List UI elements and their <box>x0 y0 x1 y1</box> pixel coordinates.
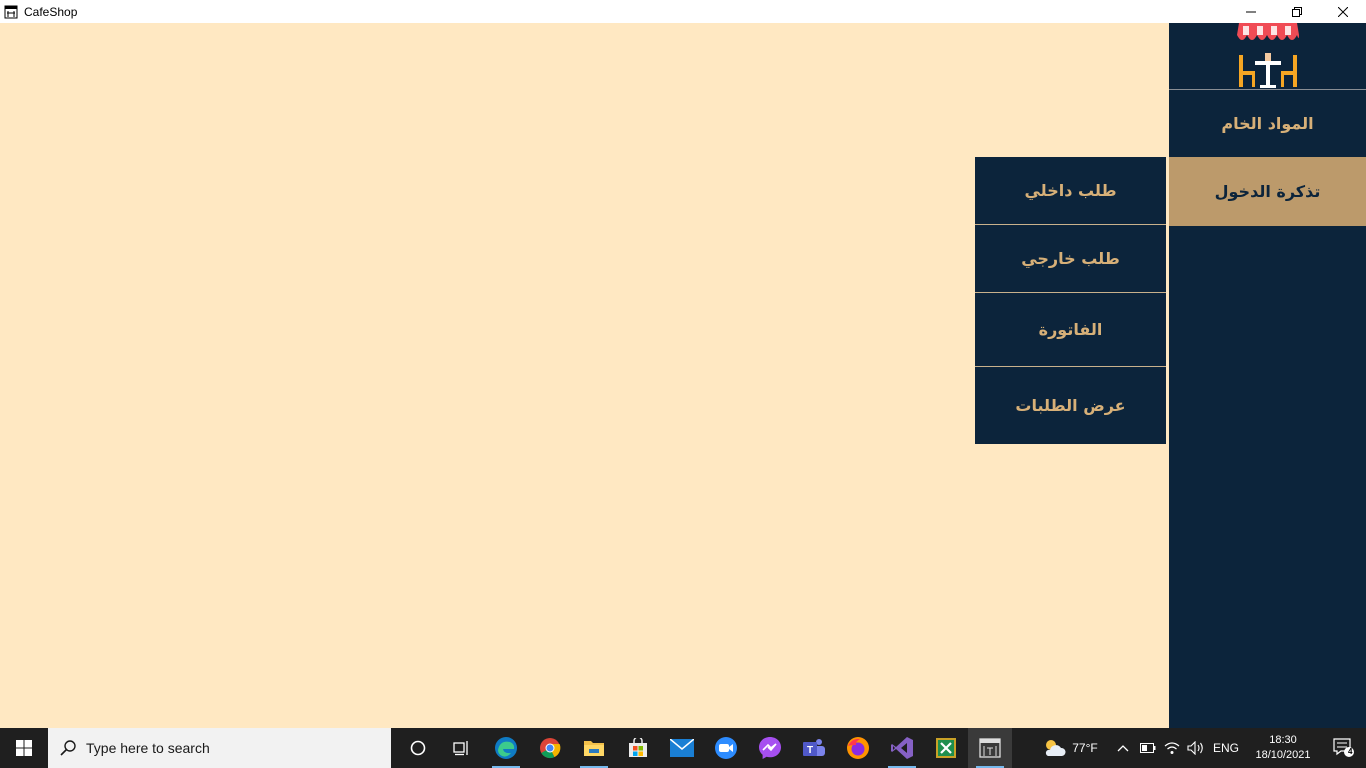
submenu-item-invoice[interactable]: الفاتورة <box>975 293 1166 367</box>
start-button[interactable] <box>0 728 48 768</box>
sidebar-item-label: المواد الخام <box>1221 114 1314 133</box>
task-view-button[interactable] <box>440 728 484 768</box>
taskbar-mail[interactable] <box>660 728 704 768</box>
windows-logo-icon <box>16 740 32 756</box>
minimize-icon <box>1246 11 1256 12</box>
network-status[interactable] <box>1160 728 1184 768</box>
taskbar-firefox[interactable] <box>836 728 880 768</box>
weather-temperature: 77°F <box>1072 741 1098 755</box>
weather-widget[interactable]: 77°F <box>1030 728 1110 768</box>
taskbar-messenger[interactable] <box>748 728 792 768</box>
teams-icon: T <box>803 739 825 756</box>
messenger-icon <box>759 737 781 759</box>
system-tray: 77°F ENG 18:30 18/10/2021 4 <box>1030 728 1366 768</box>
file-explorer-icon <box>584 741 604 756</box>
firefox-icon <box>847 737 869 759</box>
task-view-icon <box>453 741 468 756</box>
minimize-button[interactable] <box>1228 0 1274 23</box>
submenu-item-label: طلب داخلي <box>1024 181 1117 200</box>
excel-like-icon <box>936 738 956 758</box>
zoom-icon <box>715 737 737 759</box>
ticket-submenu: طلب داخلي طلب خارجي الفاتورة عرض الطلبات <box>975 157 1166 444</box>
cortana-button[interactable] <box>396 728 440 768</box>
cortana-icon <box>410 740 426 756</box>
language-label: ENG <box>1212 741 1239 755</box>
taskbar-app-generic[interactable] <box>924 728 968 768</box>
submenu-item-internal-order[interactable]: طلب داخلي <box>975 157 1166 225</box>
visual-studio-icon <box>891 737 913 759</box>
taskbar-visual-studio[interactable] <box>880 728 924 768</box>
close-icon <box>1338 6 1348 17</box>
chevron-up-icon <box>1117 745 1129 752</box>
title-bar: CafeShop <box>0 0 1366 23</box>
taskbar-chrome[interactable] <box>528 728 572 768</box>
taskbar-cafeshop[interactable] <box>968 728 1012 768</box>
clock-date: 18/10/2021 <box>1255 749 1311 761</box>
cafeshop-app-icon <box>979 738 1001 758</box>
taskbar-search-box[interactable]: Type here to search <box>48 728 391 768</box>
submenu-item-label: طلب خارجي <box>1021 249 1120 268</box>
action-center-button[interactable]: 4 <box>1322 728 1366 768</box>
cafe-table-awning-icon <box>1236 23 1299 88</box>
taskbar: Type here to search T 77°F ENG 18:30 18/… <box>0 728 1366 768</box>
sidebar-item-entry-ticket[interactable]: تذكرة الدخول <box>1169 157 1366 226</box>
volume-control[interactable] <box>1184 728 1208 768</box>
restore-icon <box>1292 6 1302 17</box>
taskbar-zoom[interactable] <box>704 728 748 768</box>
restore-button[interactable] <box>1274 0 1320 23</box>
submenu-item-external-order[interactable]: طلب خارجي <box>975 225 1166 293</box>
mail-icon <box>670 739 694 757</box>
clock[interactable]: 18:30 18/10/2021 <box>1250 733 1316 763</box>
store-icon <box>629 738 647 757</box>
taskbar-file-explorer[interactable] <box>572 728 616 768</box>
weather-partly-cloudy-icon <box>1046 740 1066 756</box>
close-button[interactable] <box>1320 0 1366 23</box>
search-placeholder: Type here to search <box>86 740 210 756</box>
edge-icon <box>495 737 517 759</box>
taskbar-edge[interactable] <box>484 728 528 768</box>
taskbar-teams[interactable]: T <box>792 728 836 768</box>
wifi-icon <box>1164 742 1180 754</box>
show-hidden-icons-button[interactable] <box>1110 728 1136 768</box>
logo-area <box>1169 23 1366 90</box>
submenu-item-label: الفاتورة <box>1038 320 1103 339</box>
chrome-icon <box>540 738 561 759</box>
battery-icon <box>1140 743 1156 753</box>
window-title: CafeShop <box>24 4 78 19</box>
sidebar: المواد الخام تذكرة الدخول <box>1169 23 1366 728</box>
svg-text:T: T <box>807 745 813 756</box>
clock-time: 18:30 <box>1269 734 1297 746</box>
sidebar-item-label: تذكرة الدخول <box>1214 182 1321 201</box>
notification-count: 4 <box>1348 747 1353 756</box>
submenu-item-view-orders[interactable]: عرض الطلبات <box>975 367 1166 444</box>
sidebar-item-raw-materials[interactable]: المواد الخام <box>1169 90 1366 157</box>
submenu-item-label: عرض الطلبات <box>1015 396 1126 415</box>
app-icon <box>4 5 18 18</box>
main-content: المواد الخام تذكرة الدخول طلب داخلي طلب … <box>0 23 1366 728</box>
search-icon <box>60 740 76 756</box>
taskbar-store[interactable] <box>616 728 660 768</box>
input-language[interactable]: ENG <box>1208 728 1244 768</box>
speaker-icon <box>1187 741 1203 755</box>
battery-status[interactable] <box>1136 728 1160 768</box>
